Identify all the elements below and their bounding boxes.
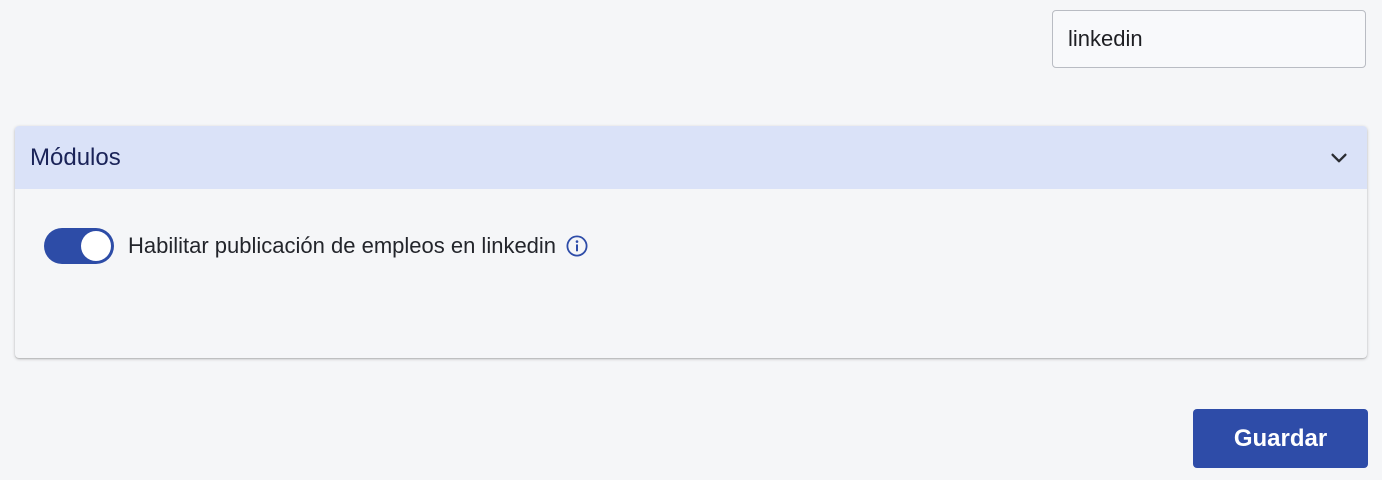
search-input[interactable] (1068, 26, 1350, 52)
toggle-knob (81, 231, 111, 261)
modules-panel-title: Módulos (30, 143, 121, 171)
modules-panel-header[interactable]: Módulos (15, 126, 1367, 189)
linkedin-jobs-toggle[interactable] (44, 228, 114, 264)
search-field[interactable] (1052, 10, 1366, 68)
modules-panel-body: Habilitar publicación de empleos en link… (15, 189, 1367, 358)
modules-panel: Módulos Habilitar publicación de empleos… (15, 126, 1367, 358)
linkedin-jobs-setting: Habilitar publicación de empleos en link… (44, 228, 588, 264)
linkedin-jobs-label: Habilitar publicación de empleos en link… (128, 233, 557, 258)
chevron-down-icon[interactable] (1327, 146, 1351, 170)
save-button[interactable]: Guardar (1193, 409, 1368, 468)
info-icon[interactable] (566, 235, 588, 257)
